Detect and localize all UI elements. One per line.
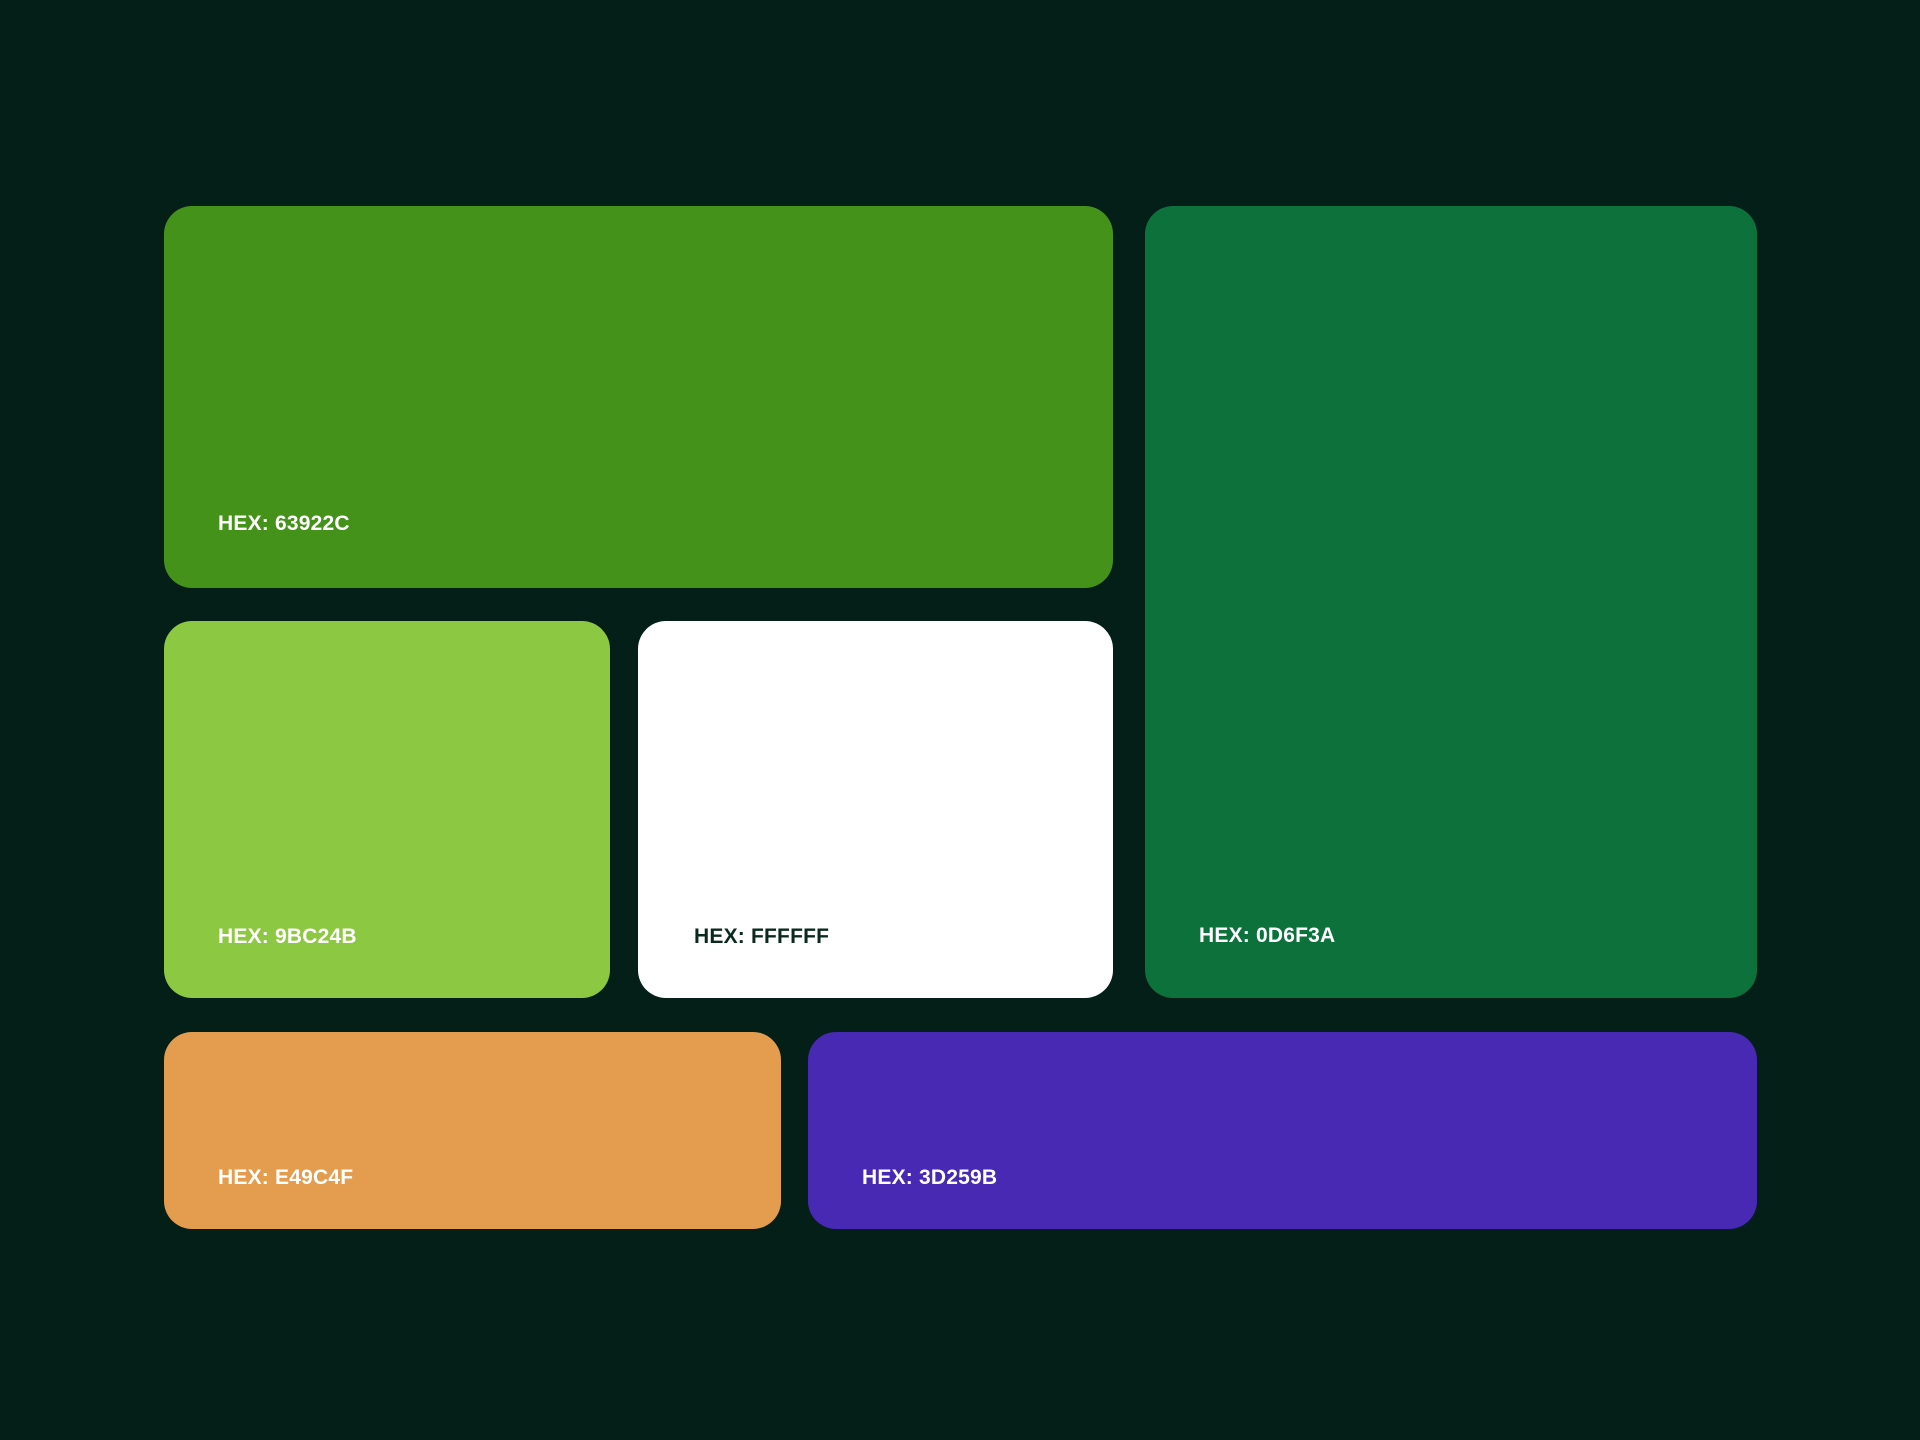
swatch-hex-label: HEX: FFFFFF <box>694 925 830 948</box>
swatch-63922c: HEX: 63922C <box>164 206 1113 588</box>
swatch-0d6f3a: HEX: 0D6F3A <box>1145 206 1757 998</box>
swatch-hex-label: HEX: 63922C <box>218 512 350 535</box>
color-palette: HEX: 63922C HEX: 0D6F3A HEX: 9BC24B HEX:… <box>0 0 1920 1440</box>
swatch-e49c4f: HEX: E49C4F <box>164 1032 781 1229</box>
swatch-hex-label: HEX: E49C4F <box>218 1166 354 1189</box>
swatch-ffffff: HEX: FFFFFF <box>638 621 1113 998</box>
swatch-hex-label: HEX: 9BC24B <box>218 925 357 948</box>
swatch-3d259b: HEX: 3D259B <box>808 1032 1757 1229</box>
swatch-hex-label: HEX: 0D6F3A <box>1199 924 1336 947</box>
swatch-hex-label: HEX: 3D259B <box>862 1166 998 1189</box>
swatch-9bc24b: HEX: 9BC24B <box>164 621 610 998</box>
